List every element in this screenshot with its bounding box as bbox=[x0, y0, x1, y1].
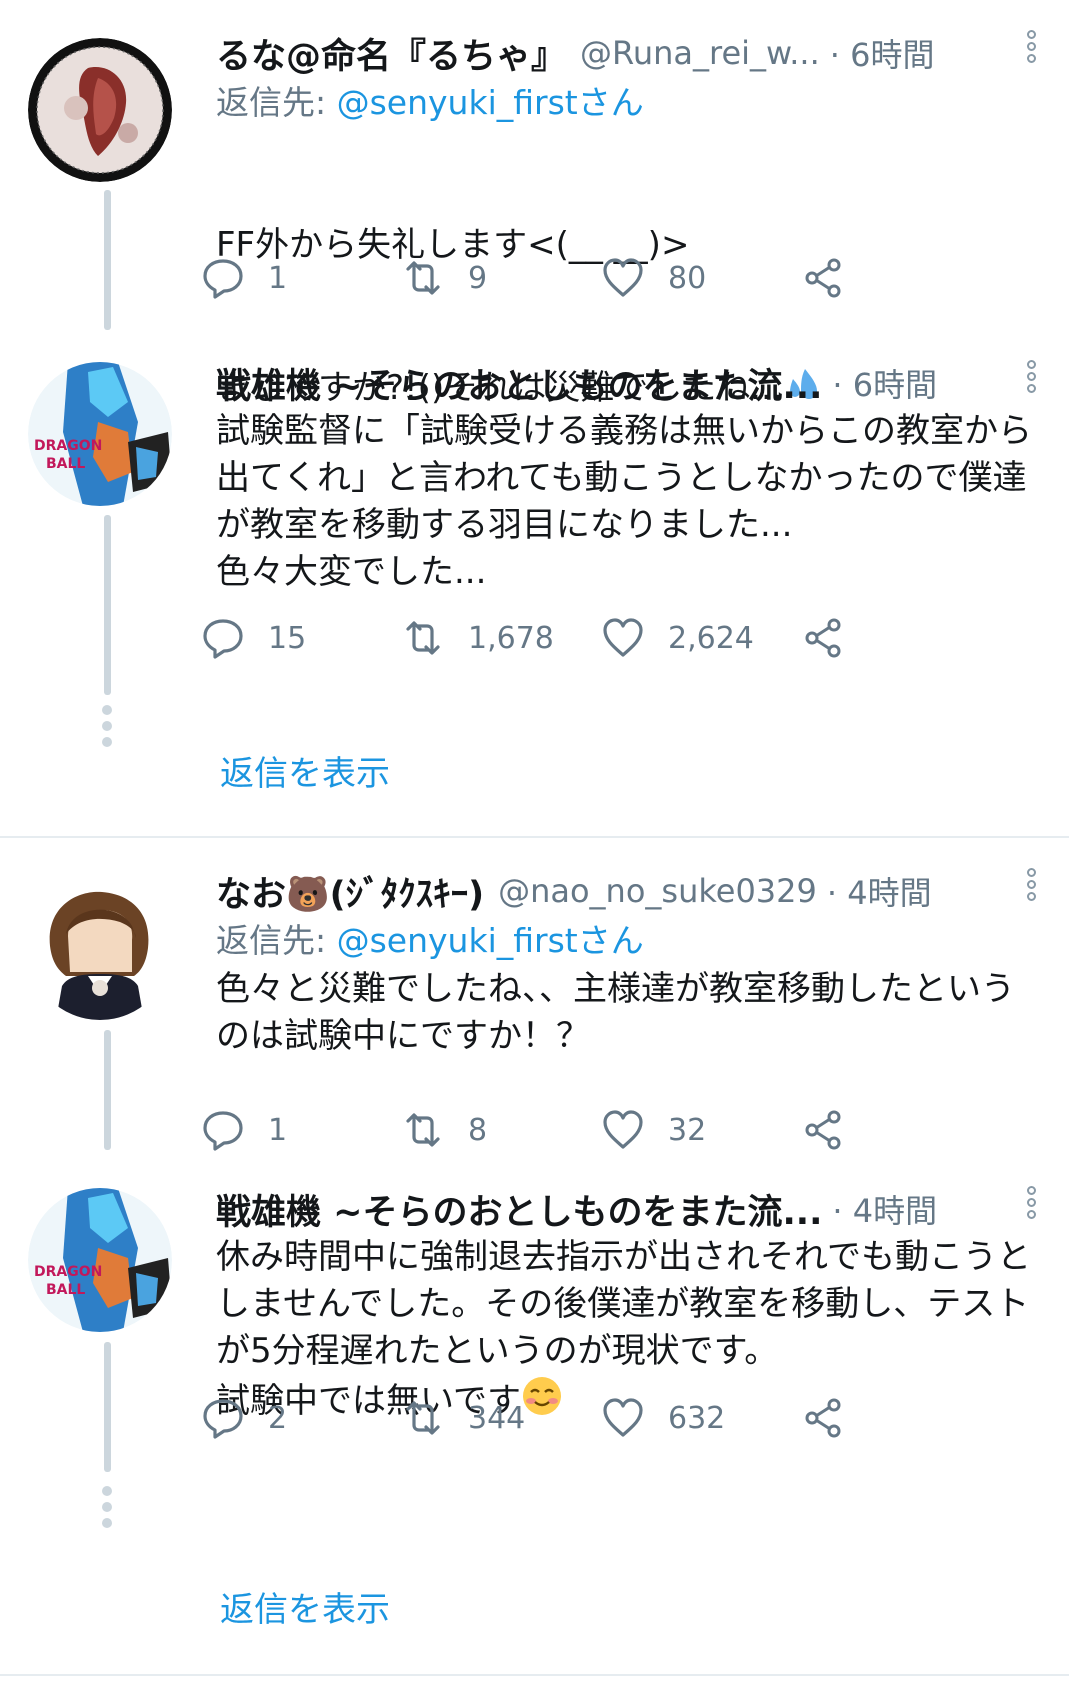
avatar[interactable] bbox=[28, 876, 172, 1020]
more-options-icon[interactable] bbox=[1021, 1184, 1041, 1234]
heart-icon bbox=[603, 1398, 643, 1437]
reply-to-prefix: 返信先: bbox=[216, 921, 337, 960]
tweet-replies-page: るな@命名『るちゃ』 @Runa_rei_w... · 6時間 返信先: @se… bbox=[0, 0, 1069, 1681]
tweet-time[interactable]: · 4時間 bbox=[832, 1186, 937, 1232]
heart-icon bbox=[603, 258, 643, 297]
share-icon bbox=[805, 1398, 841, 1438]
tweet-text: 試験監督に「試験受ける義務は無いからこの教室から出てくれ」と言われても動こうとし… bbox=[216, 411, 1032, 592]
thread-line bbox=[104, 1342, 111, 1472]
like-button[interactable]: 32 bbox=[600, 1100, 706, 1160]
avatar[interactable]: DRAGON BALL bbox=[28, 1188, 172, 1332]
tweet-time[interactable]: · 6時間 bbox=[832, 360, 937, 406]
avatar-image bbox=[28, 876, 172, 1020]
reply-count: 2 bbox=[268, 1400, 288, 1436]
svg-text:DRAGON: DRAGON bbox=[34, 438, 102, 454]
thread-line bbox=[104, 190, 111, 330]
avatar[interactable]: DRAGON BALL bbox=[28, 362, 172, 506]
user-handle[interactable]: @Runa_rei_w... bbox=[580, 34, 820, 72]
retweet-icon bbox=[406, 621, 440, 655]
avatar[interactable] bbox=[28, 38, 172, 182]
more-options-icon[interactable] bbox=[1021, 28, 1041, 78]
share-button[interactable] bbox=[800, 248, 846, 308]
heart-icon bbox=[603, 618, 643, 657]
retweet-icon bbox=[406, 261, 440, 295]
share-icon bbox=[805, 618, 841, 658]
avatar-image: DRAGON BALL bbox=[28, 362, 172, 506]
show-replies-link[interactable]: 返信を表示 bbox=[220, 1582, 390, 1631]
reply-to-link[interactable]: @senyuki_firstさん bbox=[337, 921, 644, 960]
reply-icon bbox=[203, 619, 243, 659]
like-count: 80 bbox=[668, 260, 707, 296]
avatar-image bbox=[28, 38, 172, 182]
reply-icon bbox=[203, 1399, 243, 1439]
avatar-image: DRAGON BALL bbox=[28, 1188, 172, 1332]
reply-icon bbox=[203, 1111, 243, 1151]
reply-to-link[interactable]: @senyuki_firstさん bbox=[337, 83, 644, 122]
like-button[interactable]: 2,624 bbox=[600, 608, 754, 668]
svg-text:DRAGON: DRAGON bbox=[34, 1264, 102, 1280]
reply-count: 15 bbox=[268, 620, 307, 656]
reply-button[interactable]: 2 bbox=[200, 1388, 287, 1448]
display-name[interactable]: るな@命名『るちゃ』 bbox=[216, 28, 566, 79]
retweet-icon bbox=[406, 1401, 440, 1435]
reply-to-label: 返信先: @senyuki_firstさん bbox=[216, 78, 1041, 128]
display-name[interactable]: なお🐻(ｼﾞﾀｸｽｷｰ) bbox=[216, 866, 484, 917]
like-count: 632 bbox=[668, 1400, 726, 1436]
svg-text:BALL: BALL bbox=[46, 1282, 85, 1298]
show-replies-link[interactable]: 返信を表示 bbox=[220, 746, 390, 795]
reply-button[interactable]: 1 bbox=[200, 248, 287, 308]
retweet-button[interactable]: 9 bbox=[400, 248, 487, 308]
more-options-icon[interactable] bbox=[1021, 358, 1041, 408]
retweet-count: 344 bbox=[468, 1400, 526, 1436]
share-button[interactable] bbox=[800, 1100, 846, 1160]
retweet-count: 9 bbox=[468, 260, 488, 296]
heart-icon bbox=[603, 1110, 643, 1149]
display-name[interactable]: 戦雄機 ~そらのおとしものをまた流... bbox=[216, 1184, 822, 1235]
retweet-count: 1,678 bbox=[468, 620, 554, 656]
retweet-button[interactable]: 344 bbox=[400, 1388, 525, 1448]
tweet-time[interactable]: · 4時間 bbox=[827, 868, 932, 914]
reply-count: 1 bbox=[268, 1112, 288, 1148]
reply-icon bbox=[203, 259, 243, 299]
retweet-count: 8 bbox=[468, 1112, 488, 1148]
like-button[interactable]: 632 bbox=[600, 1388, 725, 1448]
thread-line bbox=[104, 1030, 111, 1150]
like-button[interactable]: 80 bbox=[600, 248, 706, 308]
share-button[interactable] bbox=[800, 608, 846, 668]
retweet-button[interactable]: 1,678 bbox=[400, 608, 554, 668]
share-button[interactable] bbox=[800, 1388, 846, 1448]
reply-to-label: 返信先: @senyuki_firstさん bbox=[216, 916, 1041, 966]
reply-count: 1 bbox=[268, 260, 288, 296]
retweet-icon bbox=[406, 1113, 440, 1147]
like-count: 32 bbox=[668, 1112, 707, 1148]
share-icon bbox=[805, 258, 841, 298]
more-options-icon[interactable] bbox=[1021, 866, 1041, 916]
thread-separator bbox=[0, 836, 1069, 838]
reply-button[interactable]: 15 bbox=[200, 608, 306, 668]
thread-continue-dots bbox=[100, 705, 114, 753]
tweet-time[interactable]: · 6時間 bbox=[830, 30, 935, 76]
thread-separator bbox=[0, 1674, 1069, 1676]
like-count: 2,624 bbox=[668, 620, 754, 656]
thread-line bbox=[104, 515, 111, 695]
user-handle[interactable]: @nao_no_suke0329 bbox=[498, 872, 817, 910]
svg-text:BALL: BALL bbox=[46, 456, 85, 472]
thread-continue-dots bbox=[100, 1486, 114, 1534]
reply-button[interactable]: 1 bbox=[200, 1100, 287, 1160]
retweet-button[interactable]: 8 bbox=[400, 1100, 487, 1160]
display-name[interactable]: 戦雄機 ~そらのおとしものをまた流... bbox=[216, 358, 822, 409]
reply-to-prefix: 返信先: bbox=[216, 83, 337, 122]
tweet-text: 色々と災難でしたね、、主様達が教室移動したというのは試験中にですか！？ bbox=[216, 969, 1015, 1056]
share-icon bbox=[805, 1110, 841, 1150]
